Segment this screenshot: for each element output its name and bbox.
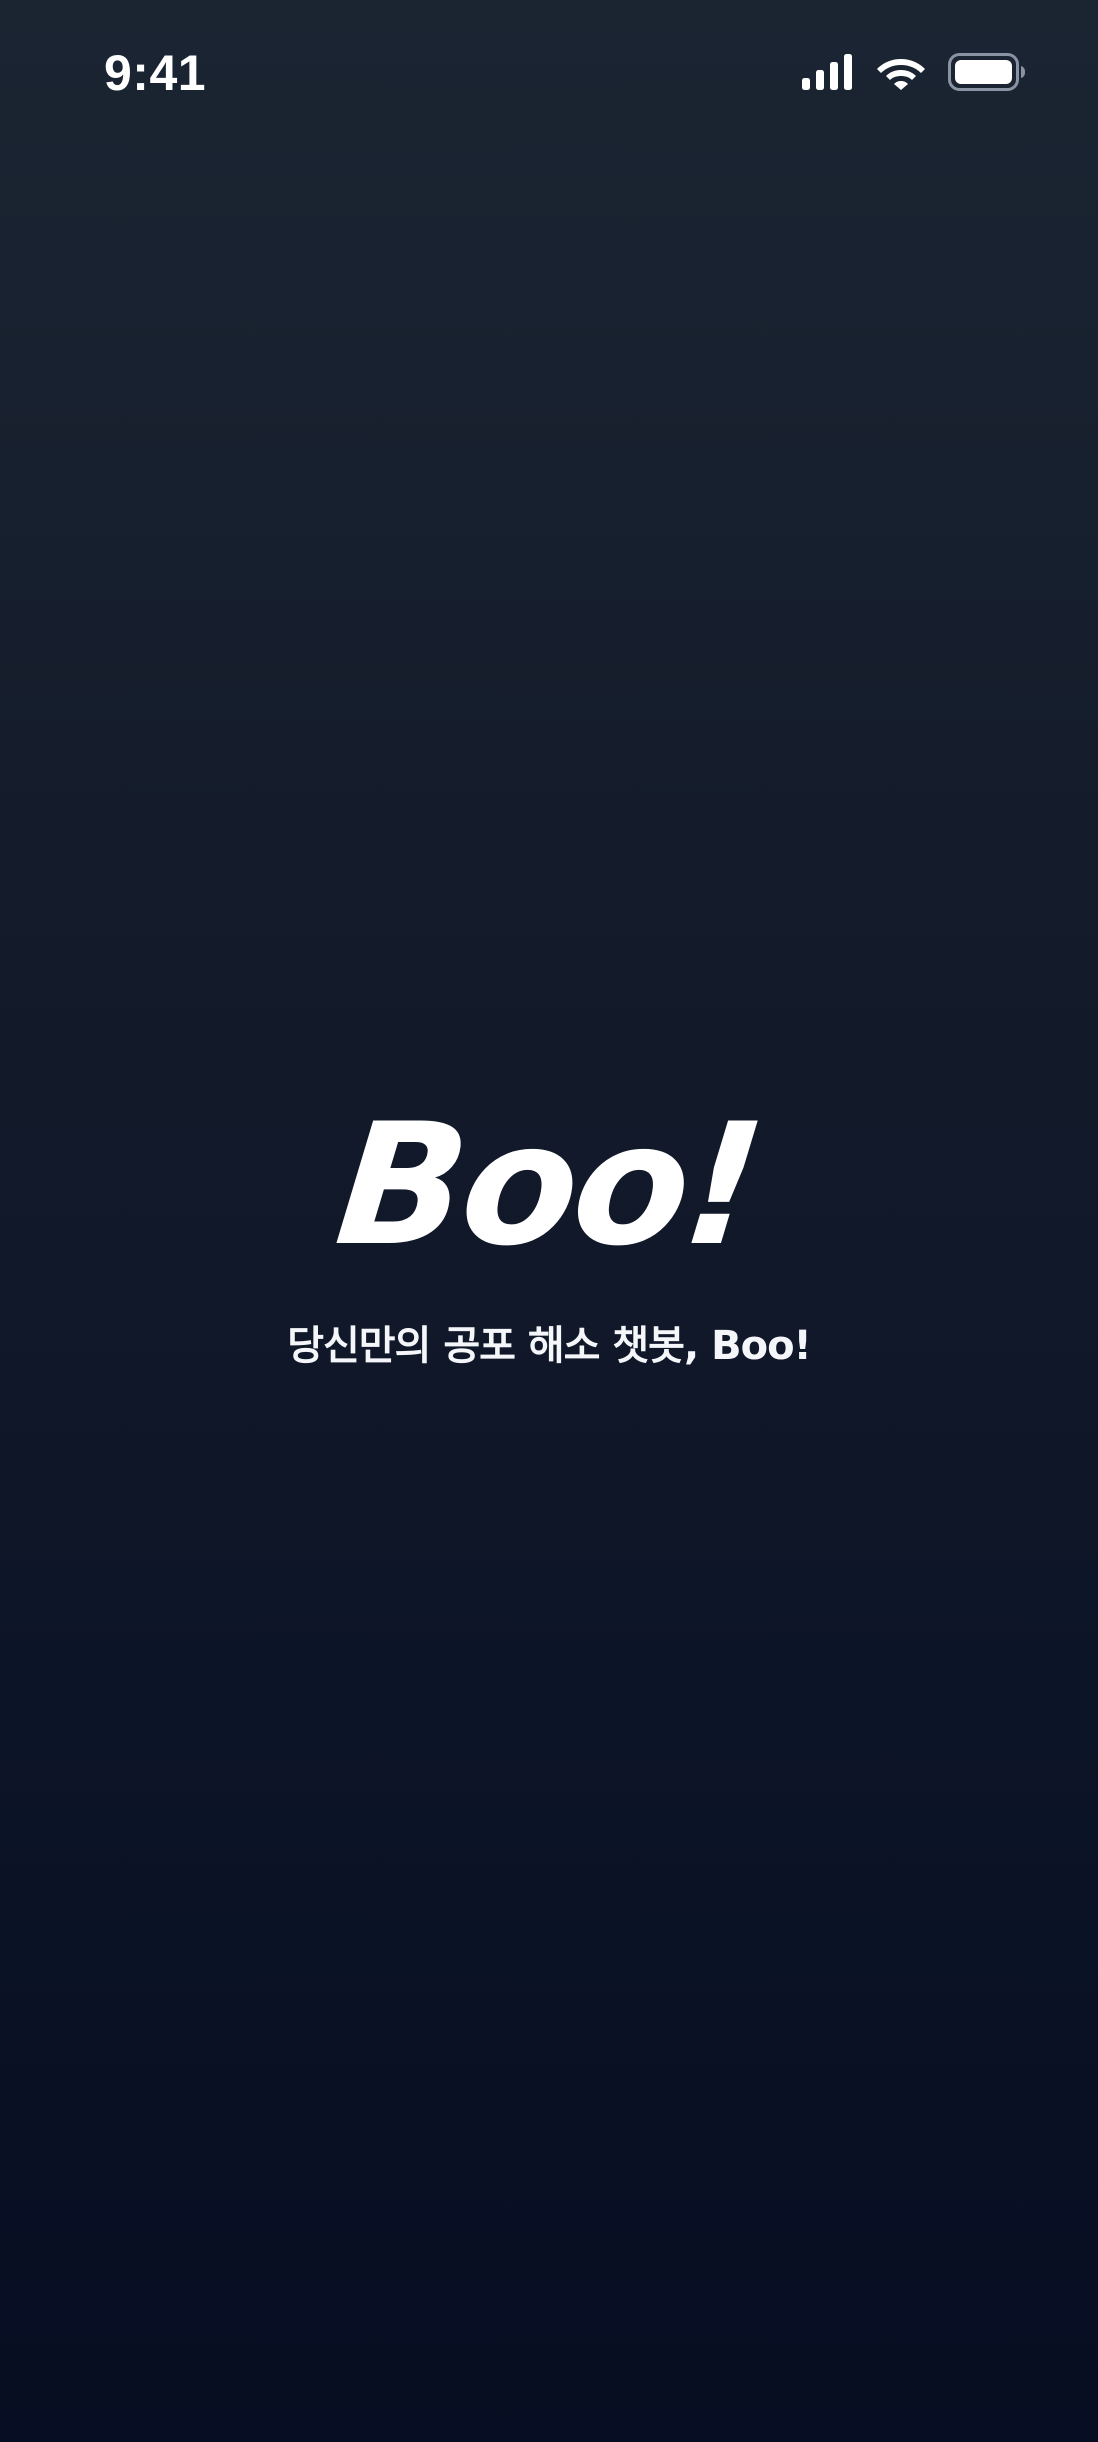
status-bar: 9:41 — [0, 0, 1098, 140]
splash-content: Boo! 당신만의 공포 해소 챗봇, Boo! — [0, 1087, 1098, 1374]
app-logo: Boo! — [328, 1087, 770, 1283]
tagline: 당신만의 공포 해소 챗봇, Boo! — [287, 1323, 812, 1369]
wifi-icon — [877, 59, 925, 90]
battery-icon — [948, 53, 1025, 91]
status-time: 9:41 — [104, 45, 207, 101]
cellular-signal-icon — [802, 54, 852, 90]
status-icons — [802, 50, 1026, 94]
